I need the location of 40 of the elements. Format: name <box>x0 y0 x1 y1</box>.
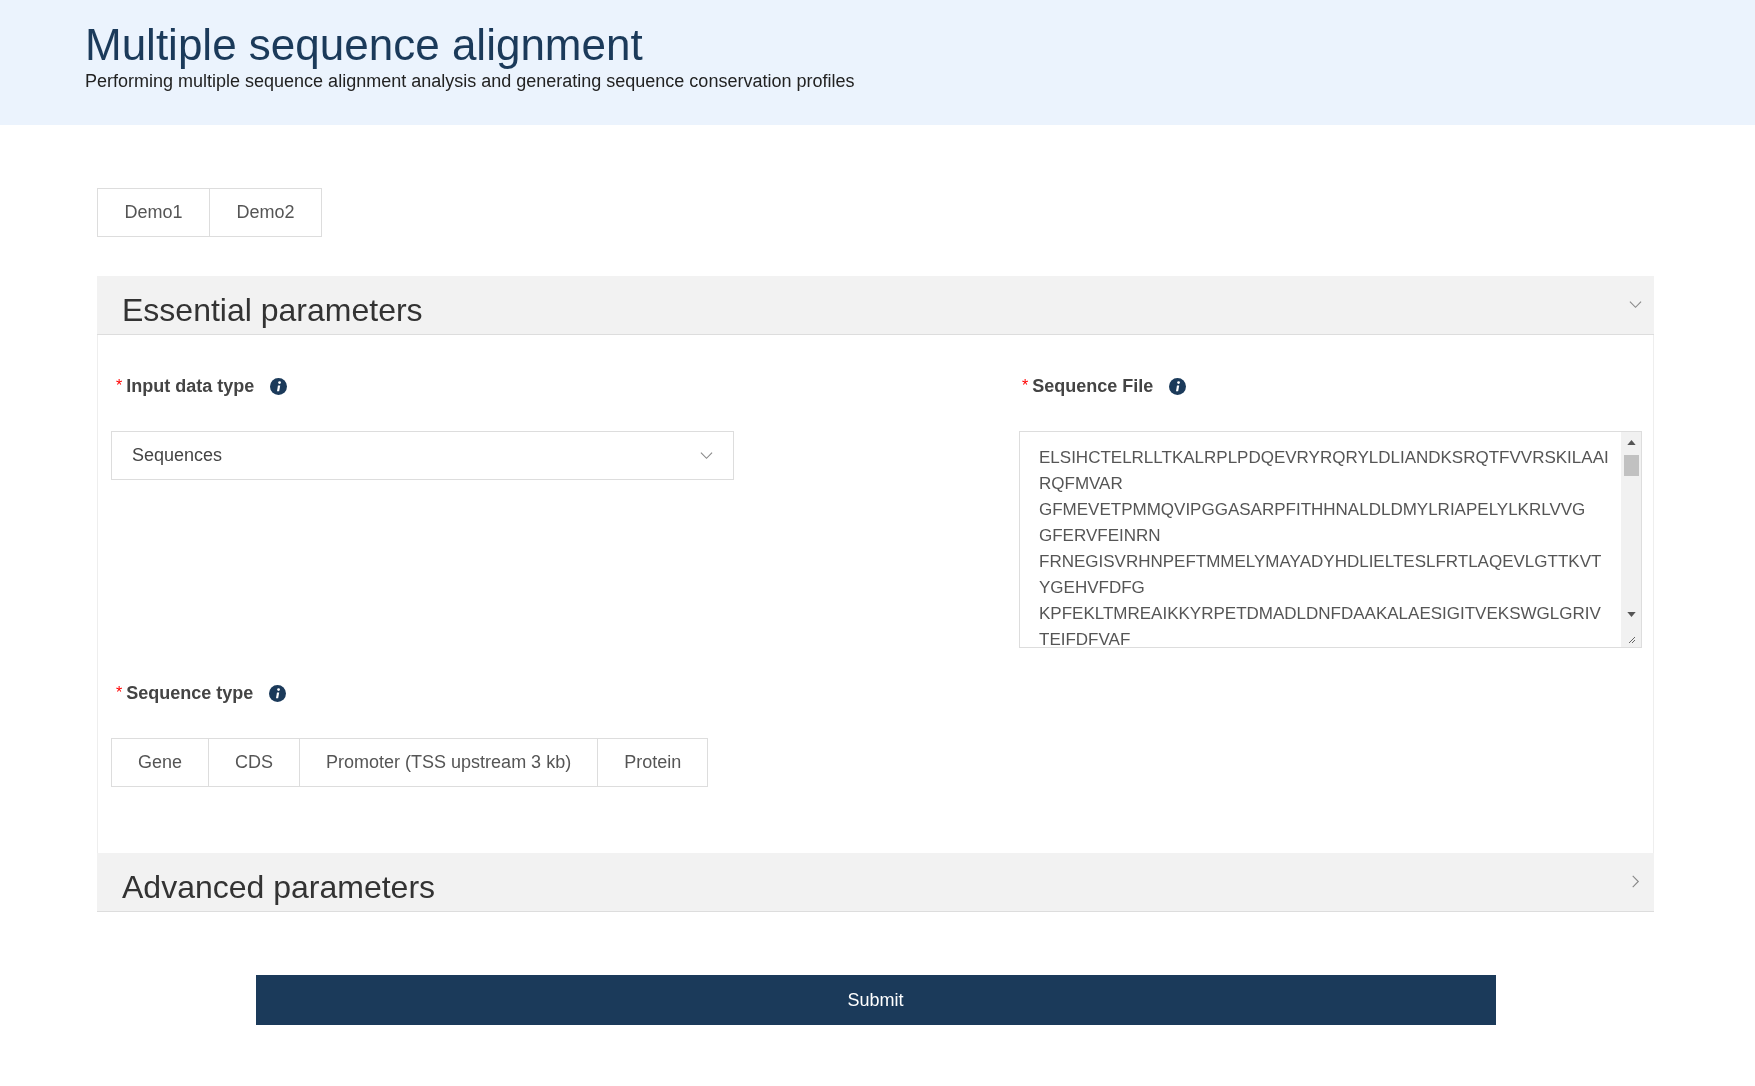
chevron-down-icon <box>700 449 713 462</box>
data-type-select[interactable]: Sequences <box>111 431 734 480</box>
required-mark: * <box>116 376 123 396</box>
info-icon[interactable] <box>270 377 288 395</box>
sequence-line: KPFEKLTMREAIKKYRPETDMADLDNFDAAKALAESIGITVEKSWGLGRIV <box>1039 603 1602 625</box>
page-title: Multiple sequence alignment <box>85 20 644 70</box>
resize-handle-icon[interactable] <box>1626 634 1636 644</box>
sequence-textarea[interactable] <box>1019 431 1642 648</box>
sequence-type-button[interactable]: Promoter (TSS upstream 3 kb) <box>299 738 599 787</box>
field-label: Sequence File <box>1032 374 1154 398</box>
required-mark: * <box>116 683 123 703</box>
info-icon[interactable] <box>1169 377 1187 395</box>
demo-button[interactable]: Demo1 <box>97 188 210 237</box>
sequence-type-button[interactable]: Gene <box>111 738 210 787</box>
section-header[interactable]: Essential parameters <box>97 276 1654 335</box>
sequence-type-button[interactable]: CDS <box>208 738 301 787</box>
field-label: Sequence type <box>126 681 254 705</box>
sequence-line: FRNEGISVRHNPEFTMMELYMAYADYHDLIELTESLFRTLAQEVLGTTKVT <box>1039 551 1603 573</box>
submit-button[interactable]: Submit <box>255 975 1496 1025</box>
chevron-down-icon <box>1629 298 1642 311</box>
section-title: Essential parameters <box>122 291 423 330</box>
field-label: Input data type <box>126 374 255 398</box>
demo-button[interactable]: Demo2 <box>209 188 322 237</box>
page-subtitle: Performing multiple sequence alignment analysis and generating sequence conservation profiles <box>85 70 856 92</box>
scrollbar-thumb[interactable] <box>1624 455 1639 476</box>
scrollbar[interactable] <box>1621 432 1641 647</box>
scroll-down-icon[interactable] <box>1627 612 1636 617</box>
section-header[interactable]: Advanced parameters <box>97 853 1654 912</box>
required-mark: * <box>1022 376 1029 396</box>
sequence-line: RQFMVAR <box>1039 473 1124 495</box>
section-title: Advanced parameters <box>122 868 436 907</box>
sequence-line: YGEHVFDFG <box>1039 577 1146 599</box>
scroll-up-icon[interactable] <box>1627 440 1636 445</box>
sequence-line: GFMEVETPMMQVIPGGASARPFITHHNALDLDMYLRIAPELYLKRLVVG <box>1039 499 1587 521</box>
info-icon[interactable] <box>269 684 287 702</box>
sequence-line: GFERVFEINRN <box>1039 525 1162 547</box>
sequence-line: ELSIHCTELRLLTKALRPLPDQEVRYRQRYLDLIANDKSRQTFVVRSKILAAI <box>1039 447 1610 469</box>
sequence-line: TEIFDFVAF <box>1039 629 1132 647</box>
chevron-right-icon <box>1629 875 1642 888</box>
sequence-type-button[interactable]: Protein <box>597 738 709 787</box>
